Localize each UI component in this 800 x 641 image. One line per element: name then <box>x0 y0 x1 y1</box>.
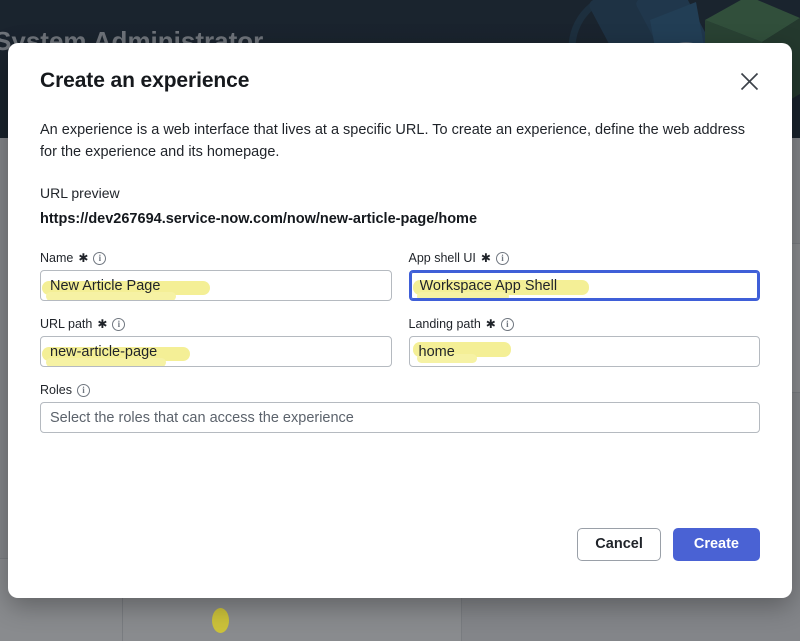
field-landing-path-label: Landing path ✱ i <box>409 317 761 331</box>
field-roles-label-text: Roles <box>40 383 72 397</box>
required-asterisk-icon: ✱ <box>485 317 496 331</box>
info-icon[interactable]: i <box>495 251 509 265</box>
create-experience-modal: Create an experience An experience is a … <box>8 43 792 598</box>
url-preview-value: https://dev267694.service-now.com/now/ne… <box>40 211 478 227</box>
field-app-shell-ui: App shell UI ✱ i <box>408 251 761 301</box>
url-preview-section: URL preview https://dev267694.service-no… <box>40 185 760 227</box>
required-asterisk-icon: ✱ <box>78 251 89 265</box>
field-landing-path-label-text: Landing path <box>408 317 481 331</box>
modal-header: Create an experience <box>40 67 760 96</box>
name-input[interactable] <box>40 270 392 301</box>
required-asterisk-icon: ✱ <box>480 251 491 265</box>
field-url-path: URL path ✱ i <box>40 317 392 367</box>
form-row: Roles i <box>40 383 760 433</box>
form-row: URL path ✱ i Landing path ✱ i <box>40 317 760 367</box>
landing-path-input[interactable] <box>408 336 760 367</box>
field-name-label: Name ✱ i <box>40 251 392 265</box>
required-asterisk-icon: ✱ <box>97 317 108 331</box>
roles-input[interactable] <box>40 402 760 433</box>
form-row: Name ✱ i App shell UI ✱ i <box>40 251 760 301</box>
url-path-input[interactable] <box>40 336 392 367</box>
field-url-path-label-text: URL path <box>40 317 93 331</box>
close-icon[interactable] <box>734 66 764 96</box>
field-roles-label: Roles i <box>40 383 760 397</box>
app-shell-ui-input[interactable] <box>408 270 760 301</box>
field-app-shell-ui-label-text: App shell UI <box>408 251 476 265</box>
info-icon[interactable]: i <box>112 317 126 331</box>
field-app-shell-ui-label: App shell UI ✱ i <box>409 251 761 265</box>
field-name-label-text: Name <box>40 251 74 265</box>
create-button[interactable]: Create <box>672 527 760 561</box>
pointer-marker <box>212 608 229 633</box>
url-preview-label: URL preview <box>40 185 120 201</box>
close-x-icon <box>740 72 758 90</box>
field-landing-path: Landing path ✱ i <box>408 317 761 367</box>
info-icon[interactable]: i <box>500 317 514 331</box>
field-name: Name ✱ i <box>40 251 392 301</box>
modal-title: Create an experience <box>40 69 250 92</box>
info-icon[interactable]: i <box>93 251 107 265</box>
modal-footer: Cancel Create <box>8 512 792 598</box>
field-roles: Roles i <box>40 383 760 433</box>
experience-form: Name ✱ i App shell UI ✱ i <box>40 251 760 433</box>
info-icon[interactable]: i <box>76 383 90 397</box>
cancel-button[interactable]: Cancel <box>577 527 661 561</box>
field-url-path-label: URL path ✱ i <box>40 317 392 331</box>
modal-description: An experience is a web interface that li… <box>40 122 745 160</box>
